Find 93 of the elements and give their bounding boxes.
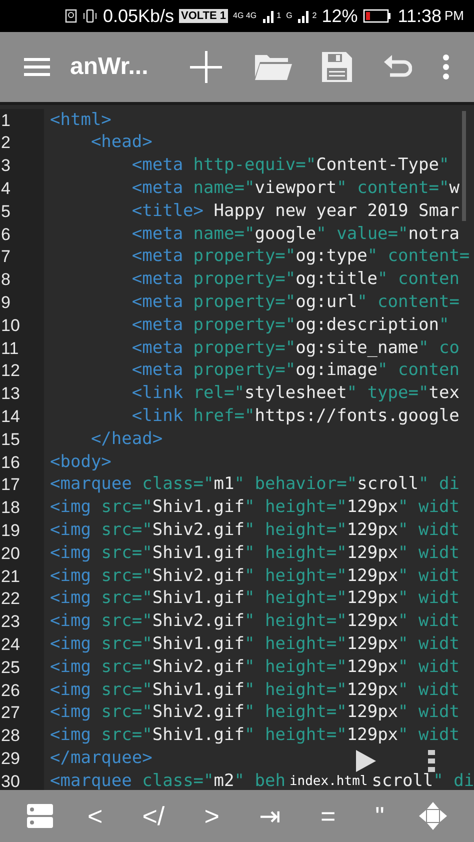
code-line: <img src="Shiv1.gif" height="129px" widt xyxy=(50,542,460,565)
line-number: 12 xyxy=(1,360,20,382)
sim-index: 1 xyxy=(276,10,282,22)
file-title: anWr... xyxy=(70,52,150,82)
line-number: 30 xyxy=(1,770,20,790)
line-number: 6 xyxy=(1,224,10,246)
line-number: 22 xyxy=(1,588,20,610)
more-icon[interactable] xyxy=(428,750,435,772)
code-line: <img src="Shiv2.gif" height="129px" widt xyxy=(50,519,460,542)
save-icon[interactable] xyxy=(322,52,352,82)
line-number: 7 xyxy=(1,246,10,268)
move-icon[interactable] xyxy=(418,801,448,831)
line-number: 8 xyxy=(1,269,10,292)
volte-badge: VOLTE 1 xyxy=(179,9,228,23)
insert-key[interactable]: < xyxy=(82,803,109,829)
list-icon[interactable] xyxy=(26,802,54,830)
code-line: <img src="Shiv1.gif" height="129px" widt xyxy=(50,724,460,748)
code-line: <img src="Shiv2.gif" height="129px" widt xyxy=(50,656,460,679)
code-line: <meta property="og:site_name" co xyxy=(130,336,460,360)
code-line: scroll" di xyxy=(372,770,474,790)
code-line: <img src="Shiv1.gif" height="129px" widt xyxy=(50,587,460,610)
battery-icon xyxy=(362,9,391,23)
line-number: 11 xyxy=(1,338,19,360)
image-icon xyxy=(64,9,77,23)
line-number: 19 xyxy=(1,520,20,542)
clock: 11:38 xyxy=(398,4,442,28)
code-line: </marquee> xyxy=(50,746,152,770)
insert-key[interactable]: </ xyxy=(136,803,171,829)
line-number: 25 xyxy=(1,656,20,679)
menu-icon[interactable] xyxy=(24,57,50,77)
code-line: </head> xyxy=(90,428,163,451)
line-number: 10 xyxy=(1,314,20,337)
line-number: 9 xyxy=(1,292,10,314)
code-line: <img src="Shiv2.gif" height="129px" widt xyxy=(50,564,460,588)
code-line: <html> xyxy=(50,108,112,132)
code-line: <img src="Shiv2.gif" height="129px" widt xyxy=(50,610,460,634)
code-line: <meta name="viewport" content="w xyxy=(130,177,460,200)
scrollbar[interactable] xyxy=(462,111,466,221)
line-number: 15 xyxy=(1,428,20,451)
line-number: 23 xyxy=(1,611,20,634)
line-number: 18 xyxy=(1,497,20,520)
insert-key[interactable]: = xyxy=(314,803,342,829)
line-number: 26 xyxy=(1,680,20,702)
line-number: 2 xyxy=(1,132,10,154)
sim-index: 2 xyxy=(312,10,317,22)
line-number: 1 xyxy=(1,110,10,132)
add-icon[interactable] xyxy=(190,51,222,83)
code-line: <img src="Shiv1.gif" height="129px" widt xyxy=(50,678,460,702)
code-line: <img src="Shiv1.gif" height="129px" widt xyxy=(50,632,460,656)
code-line: <meta property="og:description" xyxy=(130,314,450,337)
code-line: <link rel="stylesheet" type="tex xyxy=(130,382,460,406)
insert-key[interactable]: > xyxy=(198,803,226,829)
line-number: 14 xyxy=(1,406,20,428)
code-line: <meta property="og:title" conten xyxy=(130,268,460,292)
insert-key[interactable]: ⇥ xyxy=(252,803,287,829)
insert-key[interactable]: " xyxy=(369,803,390,829)
signal-icon xyxy=(262,9,276,23)
line-number: 3 xyxy=(1,155,10,178)
code-line: <marquee class="m1" behavior="scroll" di xyxy=(50,473,460,496)
network-type: G xyxy=(286,10,292,22)
clock-period: PM xyxy=(444,7,464,26)
line-number: 5 xyxy=(1,200,10,223)
network-speed: 0.05Kb/s xyxy=(102,4,174,28)
line-number: 28 xyxy=(1,725,20,748)
line-number: 16 xyxy=(1,452,20,474)
line-number: 4 xyxy=(1,178,10,200)
battery-percent: 12% xyxy=(322,4,358,28)
code-line: <head> xyxy=(90,131,152,154)
line-number: 17 xyxy=(1,474,20,496)
play-icon[interactable] xyxy=(356,750,376,772)
code-line: <meta property="og:url" content= xyxy=(130,291,460,314)
line-number: 20 xyxy=(1,542,20,565)
line-number: 24 xyxy=(1,634,20,656)
folder-icon[interactable] xyxy=(254,53,292,81)
code-line: <img src="Shiv2.gif" height="129px" widt xyxy=(50,701,460,724)
code-line: <marquee class="m2" beh xyxy=(50,770,286,790)
network-type: 4G 4G xyxy=(233,10,257,22)
line-number: 13 xyxy=(1,383,20,406)
code-line: <title> Happy new year 2019 Smar xyxy=(130,200,460,223)
code-line: <meta property="og:type" content= xyxy=(130,245,470,268)
code-line: <img src="Shiv1.gif" height="129px" widt xyxy=(50,496,460,520)
signal-icon xyxy=(297,9,312,23)
code-line: <body> xyxy=(50,450,112,474)
line-number: 21 xyxy=(1,566,20,588)
code-line: <meta name="google" value="notra xyxy=(130,222,460,246)
line-number: 29 xyxy=(1,748,20,770)
code-line: <meta property="og:image" conten xyxy=(130,359,460,382)
line-number: 27 xyxy=(1,702,20,724)
undo-icon[interactable] xyxy=(384,54,412,80)
code-line: <meta http-equiv="Content-Type" xyxy=(130,154,450,178)
code-line: <link href="https://fonts.google xyxy=(130,405,460,428)
file-name: index.html xyxy=(288,772,369,790)
vibrate-icon xyxy=(82,9,98,23)
